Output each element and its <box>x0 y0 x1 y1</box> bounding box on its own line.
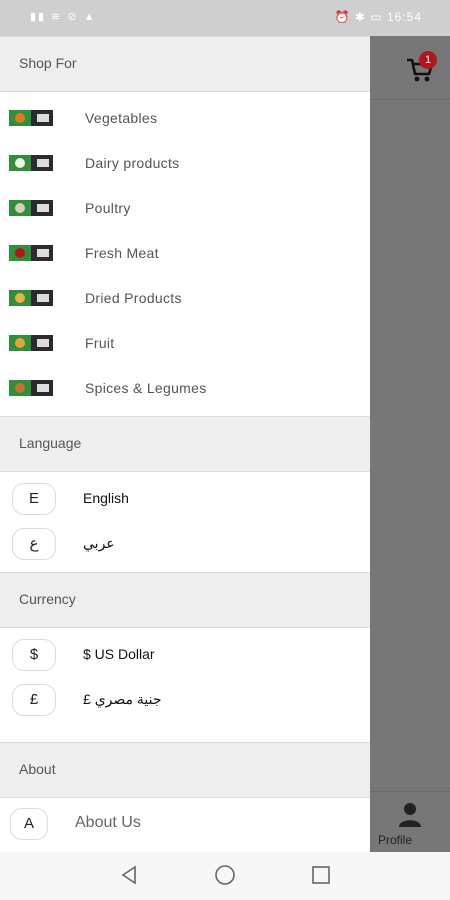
section-currency: Currency <box>0 572 370 628</box>
language-option-english[interactable]: E English <box>0 479 370 523</box>
language-badge: ع <box>12 528 56 560</box>
shop-item-label: Dried Products <box>85 290 182 306</box>
recents-icon[interactable] <box>310 864 332 886</box>
language-label: عربي <box>83 535 115 551</box>
system-nav-bar <box>0 852 450 900</box>
currency-label: $ US Dollar <box>83 646 155 662</box>
currency-option-usd[interactable]: $ $ US Dollar <box>0 635 370 679</box>
language-badge: E <box>12 483 56 515</box>
fruit-thumbnail-icon <box>9 335 53 351</box>
language-option-arabic[interactable]: ع عربي <box>0 524 370 568</box>
section-about: About <box>0 742 370 798</box>
dried-products-thumbnail-icon <box>9 290 53 306</box>
section-title: Language <box>19 435 82 451</box>
person-icon <box>399 803 421 827</box>
status-right: ⏰ ✱ ▭ 16:54 <box>334 10 422 24</box>
shop-item-label: Dairy products <box>85 155 180 171</box>
navigation-drawer: Shop For Vegetables Dairy products Poult… <box>0 36 370 852</box>
divider <box>370 99 450 100</box>
status-time: 16:54 <box>386 10 422 24</box>
shop-item-spices-legumes[interactable]: Spices & Legumes <box>0 366 370 411</box>
dairy-thumbnail-icon <box>9 155 53 171</box>
profile-label: Profile <box>377 833 412 847</box>
shop-item-dairy[interactable]: Dairy products <box>0 141 370 186</box>
shop-item-label: Vegetables <box>85 110 158 126</box>
shop-item-label: Fruit <box>85 335 115 351</box>
cart-count-badge: 1 <box>419 51 437 69</box>
section-title: Currency <box>19 591 76 607</box>
shop-item-label: Fresh Meat <box>85 245 159 261</box>
currency-badge: £ <box>12 684 56 716</box>
poultry-thumbnail-icon <box>9 200 53 216</box>
shop-item-label: Poultry <box>85 200 131 216</box>
section-title: Shop For <box>19 55 77 71</box>
about-us-label: About Us <box>75 814 141 831</box>
shop-item-vegetables[interactable]: Vegetables <box>0 96 370 141</box>
fresh-meat-thumbnail-icon <box>9 245 53 261</box>
back-icon[interactable] <box>118 864 140 886</box>
shop-item-poultry[interactable]: Poultry <box>0 186 370 231</box>
currency-option-egp[interactable]: £ £ جنية مصري <box>0 680 370 724</box>
shop-item-dried-products[interactable]: Dried Products <box>0 276 370 321</box>
spices-thumbnail-icon <box>9 380 53 396</box>
about-us-item[interactable]: A About Us <box>0 804 370 848</box>
section-language: Language <box>0 416 370 472</box>
shop-item-fresh-meat[interactable]: Fresh Meat <box>0 231 370 276</box>
currency-label: £ جنية مصري <box>83 691 162 707</box>
content-overlay[interactable]: 1 Profile <box>370 36 450 852</box>
home-icon[interactable] <box>214 864 236 886</box>
currency-badge: $ <box>12 639 56 671</box>
status-bar: ▮▮ ≋ ⊘ ▲ ⏰ ✱ ▭ 16:54 <box>0 0 450 36</box>
profile-tab[interactable]: Profile <box>370 791 450 853</box>
vegetables-thumbnail-icon <box>9 110 53 126</box>
shop-item-label: Spices & Legumes <box>85 380 207 396</box>
shop-item-fruit[interactable]: Fruit <box>0 321 370 366</box>
section-shop-for: Shop For <box>0 36 370 92</box>
section-title: About <box>19 761 56 777</box>
language-label: English <box>83 490 129 506</box>
about-badge: A <box>10 808 48 840</box>
status-icons-left: ▮▮ ≋ ⊘ ▲ <box>30 11 97 23</box>
